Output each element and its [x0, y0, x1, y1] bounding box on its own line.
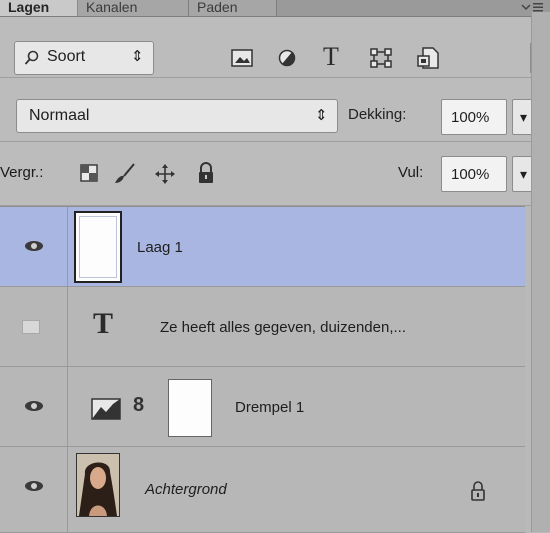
lock-row: Vergr.: Vul: 100% ▾ [0, 142, 550, 206]
text-layer-icon: T [93, 307, 114, 340]
shape-filter-icon[interactable] [368, 47, 394, 69]
eye-icon[interactable] [25, 241, 43, 251]
lock-image-pixels-icon[interactable] [111, 161, 137, 187]
layer-row-text[interactable]: T Ze heeft alles gegeven, duizenden,... [0, 287, 525, 367]
tab-lagen[interactable]: Lagen [0, 0, 78, 16]
opacity-label: Dekking: [348, 106, 407, 123]
tab-paden[interactable]: Paden [189, 0, 277, 16]
chevron-down-icon: ▾ [520, 109, 528, 125]
scrollbar[interactable] [531, 12, 550, 532]
chevron-down-icon: ▾ [520, 166, 528, 182]
layer-mask-thumbnail[interactable] [168, 379, 212, 437]
search-icon [23, 49, 41, 67]
fill-value: 100% [451, 166, 490, 183]
tab-kanalen[interactable]: Kanalen [78, 0, 189, 16]
layer-name[interactable]: Drempel 1 [235, 399, 304, 416]
opacity-input[interactable]: 100% [441, 99, 507, 135]
layers-list: Laag 1 T Ze heeft alles gegeven, duizend… [0, 206, 525, 533]
image-filter-icon[interactable] [229, 47, 255, 69]
layer-thumbnail [74, 211, 122, 283]
eye-icon[interactable] [25, 401, 43, 411]
visibility-cell[interactable] [0, 447, 68, 532]
filter-row: Soort ⇕ T [0, 17, 550, 78]
smart-object-filter-icon[interactable] [415, 45, 441, 71]
blend-mode-select[interactable]: Normaal ⇕ [16, 99, 338, 133]
eye-icon[interactable] [25, 481, 43, 491]
link-icon[interactable]: 8 [133, 394, 144, 417]
lock-transparency-icon[interactable] [78, 162, 100, 184]
lock-position-icon[interactable] [152, 161, 178, 187]
stepper-icon: ⇕ [315, 107, 328, 124]
type-filter-icon[interactable]: T [318, 42, 344, 71]
visibility-cell[interactable] [0, 207, 68, 286]
blend-row: Normaal ⇕ Dekking: 100% ▾ [0, 78, 550, 142]
filter-kind-label: Soort [47, 48, 86, 65]
background-thumbnail [76, 453, 120, 517]
lock-all-icon[interactable] [194, 160, 218, 186]
layer-name[interactable]: Ze heeft alles gegeven, duizenden,... [160, 319, 406, 336]
layer-row-achtergrond[interactable]: Achtergrond [0, 447, 525, 533]
fill-label: Vul: [398, 164, 424, 181]
layer-row-drempel[interactable]: 8 Drempel 1 [0, 367, 525, 447]
visibility-off-box[interactable] [22, 320, 40, 334]
layer-name[interactable]: Laag 1 [137, 239, 183, 256]
adjustment-filter-icon[interactable] [275, 47, 299, 69]
layer-name[interactable]: Achtergrond [145, 481, 227, 498]
opacity-value: 100% [451, 109, 490, 126]
visibility-cell[interactable] [0, 287, 68, 366]
blend-mode-value: Normaal [29, 107, 90, 124]
lock-label: Vergr.: [0, 164, 44, 181]
fill-input[interactable]: 100% [441, 156, 507, 192]
lock-icon [468, 480, 488, 502]
tab-bar: Lagen Kanalen Paden [0, 0, 550, 17]
layer-row-laag-1[interactable]: Laag 1 [0, 207, 525, 287]
filter-kind-select[interactable]: Soort ⇕ [14, 41, 154, 75]
stepper-icon: ⇕ [131, 48, 144, 65]
threshold-adjustment-icon [90, 396, 122, 422]
visibility-cell[interactable] [0, 367, 68, 446]
